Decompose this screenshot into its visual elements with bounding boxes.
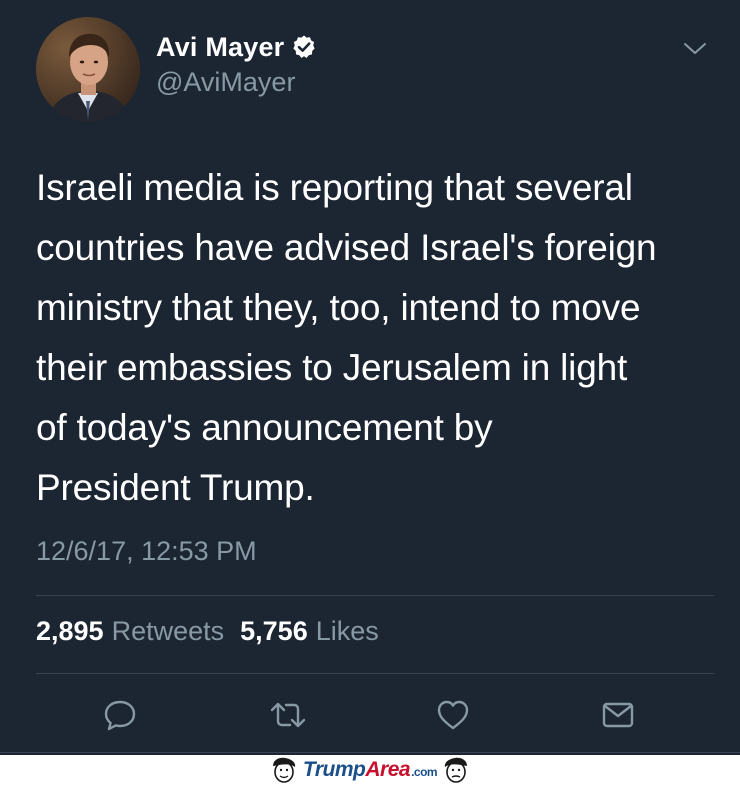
- display-name[interactable]: Avi Mayer: [156, 32, 284, 63]
- avatar[interactable]: [36, 17, 140, 121]
- divider: [0, 752, 740, 753]
- watermark-part-1: Trump: [302, 758, 366, 781]
- divider: [36, 673, 714, 674]
- avatar-photo: [36, 17, 140, 121]
- author-name-row[interactable]: Avi Mayer: [156, 30, 317, 64]
- caricature-face-icon: [444, 757, 468, 783]
- tweet-text-line: Israeli media is reporting that several: [36, 167, 633, 208]
- site-watermark: Trump Area .com: [0, 755, 740, 785]
- direct-message-button[interactable]: [596, 693, 640, 737]
- retweets-label: Retweets: [111, 616, 225, 646]
- retweets-count: 2,895: [36, 616, 104, 646]
- reply-icon: [104, 700, 136, 731]
- tweet-timestamp[interactable]: 12/6/17, 12:53 PM: [36, 536, 257, 567]
- tweet-text-line: of today's announcement by: [36, 407, 493, 448]
- likes-label: Likes: [315, 616, 379, 646]
- tweet-text-line: ministry that they, too, intend to move: [36, 287, 641, 328]
- watermark-part-3: .com: [411, 765, 438, 779]
- engagement-stats: 2,895 Retweets 5,756 Likes: [36, 616, 379, 647]
- verified-badge-icon: [291, 34, 317, 60]
- like-icon: [437, 700, 469, 730]
- tweet-text-line: their embassies to Jerusalem in light: [36, 347, 628, 388]
- chevron-down-icon[interactable]: [680, 36, 710, 60]
- tweet-text-line: President Trump.: [36, 467, 315, 508]
- likes-count: 5,756: [240, 616, 308, 646]
- retweets-stat[interactable]: 2,895 Retweets: [36, 616, 224, 647]
- tweet-card: Avi Mayer @AviMayer Israeli media is rep…: [0, 0, 740, 755]
- watermark-text: Trump Area .com: [302, 758, 438, 782]
- watermark-part-2: Area: [365, 758, 411, 781]
- divider: [36, 595, 714, 596]
- reply-button[interactable]: [98, 693, 142, 737]
- direct-message-icon: [602, 702, 634, 728]
- likes-stat[interactable]: 5,756 Likes: [240, 616, 379, 647]
- retweet-button[interactable]: [266, 693, 310, 737]
- retweet-icon: [270, 702, 306, 728]
- user-handle[interactable]: @AviMayer: [156, 67, 295, 98]
- caricature-face-icon: [272, 757, 296, 783]
- tweet-action-bar: [0, 693, 740, 737]
- like-button[interactable]: [431, 693, 475, 737]
- tweet-text-line: countries have advised Israel's foreign: [36, 227, 657, 268]
- tweet-text: Israeli media is reporting that several …: [36, 158, 716, 518]
